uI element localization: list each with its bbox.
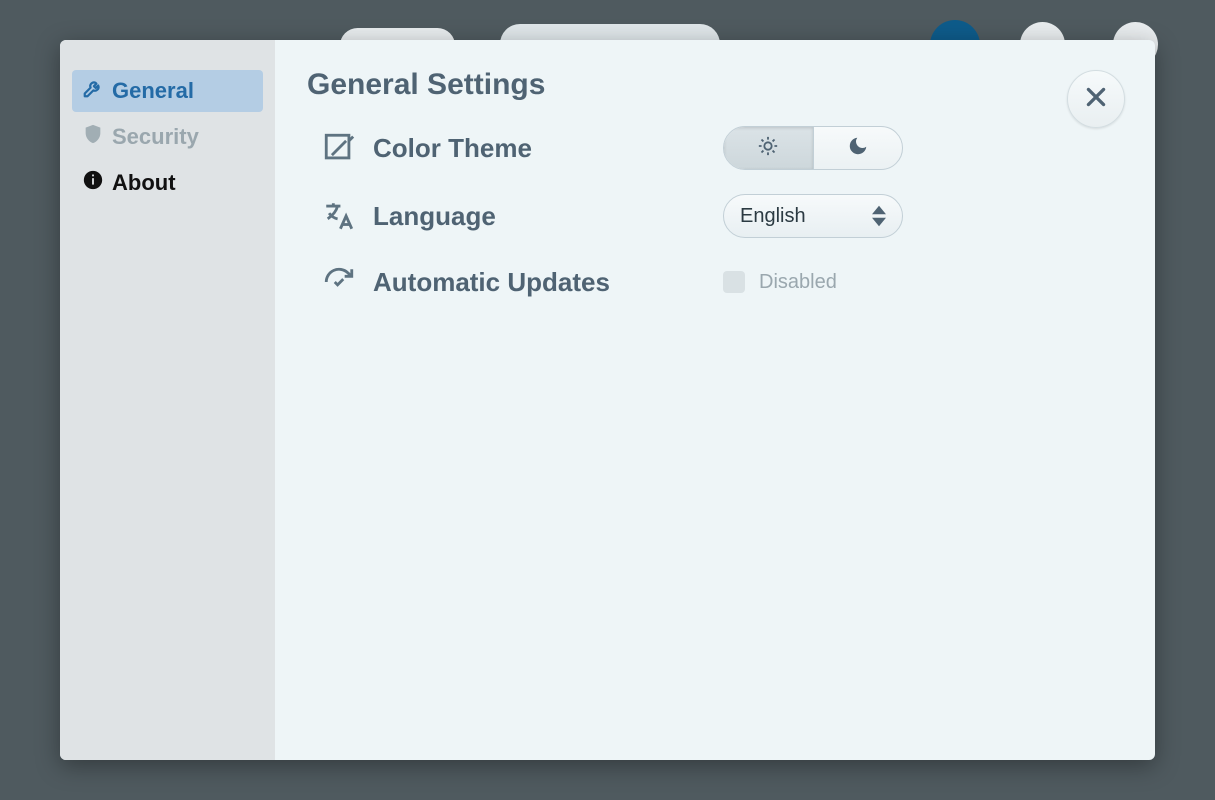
sidebar-item-label: Security: [112, 124, 199, 150]
settings-modal: General Security About General Settings: [60, 40, 1155, 760]
sidebar-item-general[interactable]: General: [72, 70, 263, 112]
shield-icon: [82, 123, 104, 151]
settings-sidebar: General Security About: [60, 40, 275, 760]
auto-updates-control: Disabled: [723, 271, 837, 294]
settings-content: General Settings Color Theme: [275, 40, 1155, 760]
sun-icon: [757, 135, 779, 162]
moon-icon: [847, 135, 869, 162]
color-theme-toggle: [723, 126, 903, 170]
setting-label: Language: [373, 201, 723, 232]
language-select[interactable]: English: [723, 194, 903, 238]
language-value: English: [740, 205, 806, 228]
auto-updates-checkbox[interactable]: [723, 271, 745, 293]
theme-light-option[interactable]: [724, 127, 814, 169]
wrench-icon: [82, 77, 104, 105]
sidebar-item-label: About: [112, 170, 176, 196]
setting-row-auto-updates: Automatic Updates Disabled: [319, 262, 1123, 302]
sidebar-item-label: General: [112, 78, 194, 104]
setting-row-language: Language English: [319, 194, 1123, 238]
info-icon: [82, 169, 104, 197]
page-title: General Settings: [307, 68, 1123, 102]
setting-row-color-theme: Color Theme: [319, 126, 1123, 170]
setting-label: Automatic Updates: [373, 267, 723, 298]
sidebar-item-security: Security: [72, 116, 263, 158]
select-caret-icon: [872, 203, 886, 229]
theme-icon: [319, 128, 359, 168]
close-icon: [1083, 84, 1109, 115]
sidebar-item-about[interactable]: About: [72, 162, 263, 204]
close-button[interactable]: [1067, 70, 1125, 128]
setting-label: Color Theme: [373, 133, 723, 164]
auto-updates-status: Disabled: [759, 271, 837, 294]
update-icon: [319, 262, 359, 302]
theme-dark-option[interactable]: [814, 127, 903, 169]
translate-icon: [319, 196, 359, 236]
